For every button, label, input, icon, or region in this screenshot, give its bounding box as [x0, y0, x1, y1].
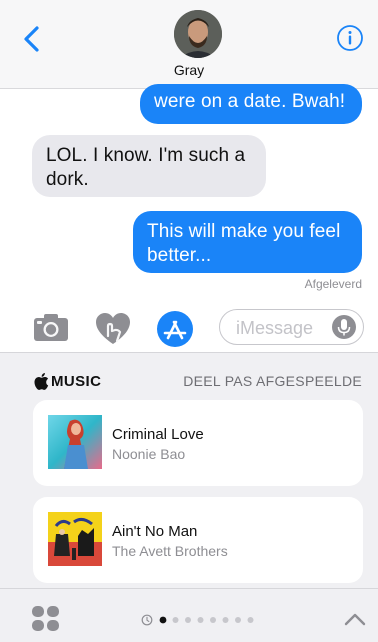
page-dot[interactable]: [210, 617, 216, 623]
contact-avatar[interactable]: [174, 10, 222, 58]
info-icon[interactable]: [336, 24, 364, 52]
delivery-status: Afgeleverd: [304, 277, 362, 291]
song-artist: Noonie Bao: [112, 446, 186, 462]
album-artwork: [48, 415, 102, 469]
messages-screen: Gray were on a date. Bwah! LOL. I know. …: [0, 0, 378, 642]
page-indicator[interactable]: [141, 613, 261, 627]
message-bubble-outgoing[interactable]: were on a date. Bwah!: [140, 84, 362, 124]
digital-touch-icon[interactable]: [95, 312, 131, 346]
page-dot[interactable]: [222, 617, 229, 623]
microphone-icon[interactable]: [332, 315, 356, 339]
app-store-icon[interactable]: [156, 310, 194, 348]
page-dot[interactable]: [235, 617, 241, 623]
album-artwork: [48, 512, 102, 566]
apple-logo-icon: [34, 372, 49, 390]
apple-music-logo: MUSIC: [33, 371, 101, 391]
share-recently-played-button[interactable]: DEEL PAS AFGESPEELDE: [183, 373, 362, 389]
song-card[interactable]: Criminal Love Noonie Bao: [33, 400, 363, 486]
imessage-input[interactable]: iMessage: [219, 309, 364, 345]
conversation-header: Gray: [0, 0, 378, 89]
contact-name[interactable]: Gray: [0, 62, 378, 78]
message-bubble-incoming[interactable]: LOL. I know. I'm such a dork.: [32, 135, 266, 197]
camera-icon[interactable]: [33, 312, 69, 342]
song-title: Criminal Love: [112, 426, 204, 443]
page-dot[interactable]: [172, 617, 179, 623]
imessage-placeholder: iMessage: [236, 318, 314, 338]
song-artist: The Avett Brothers: [112, 543, 228, 559]
page-dot[interactable]: [185, 617, 191, 623]
apps-grid-icon[interactable]: [31, 605, 61, 635]
song-title: Ain't No Man: [112, 523, 198, 540]
page-dot[interactable]: [197, 617, 204, 623]
recent-clock-icon: [141, 614, 153, 626]
page-dot[interactable]: [159, 616, 167, 624]
page-dot[interactable]: [247, 617, 254, 623]
chevron-left-icon[interactable]: [18, 24, 48, 54]
app-drawer-bottom-bar: [0, 588, 378, 642]
music-brand-label: MUSIC: [51, 372, 102, 390]
input-bar: iMessage: [0, 300, 378, 352]
chevron-up-icon[interactable]: [343, 611, 367, 627]
message-bubble-outgoing[interactable]: This will make you feel better...: [133, 211, 362, 273]
song-card[interactable]: Ain't No Man The Avett Brothers: [33, 497, 363, 583]
